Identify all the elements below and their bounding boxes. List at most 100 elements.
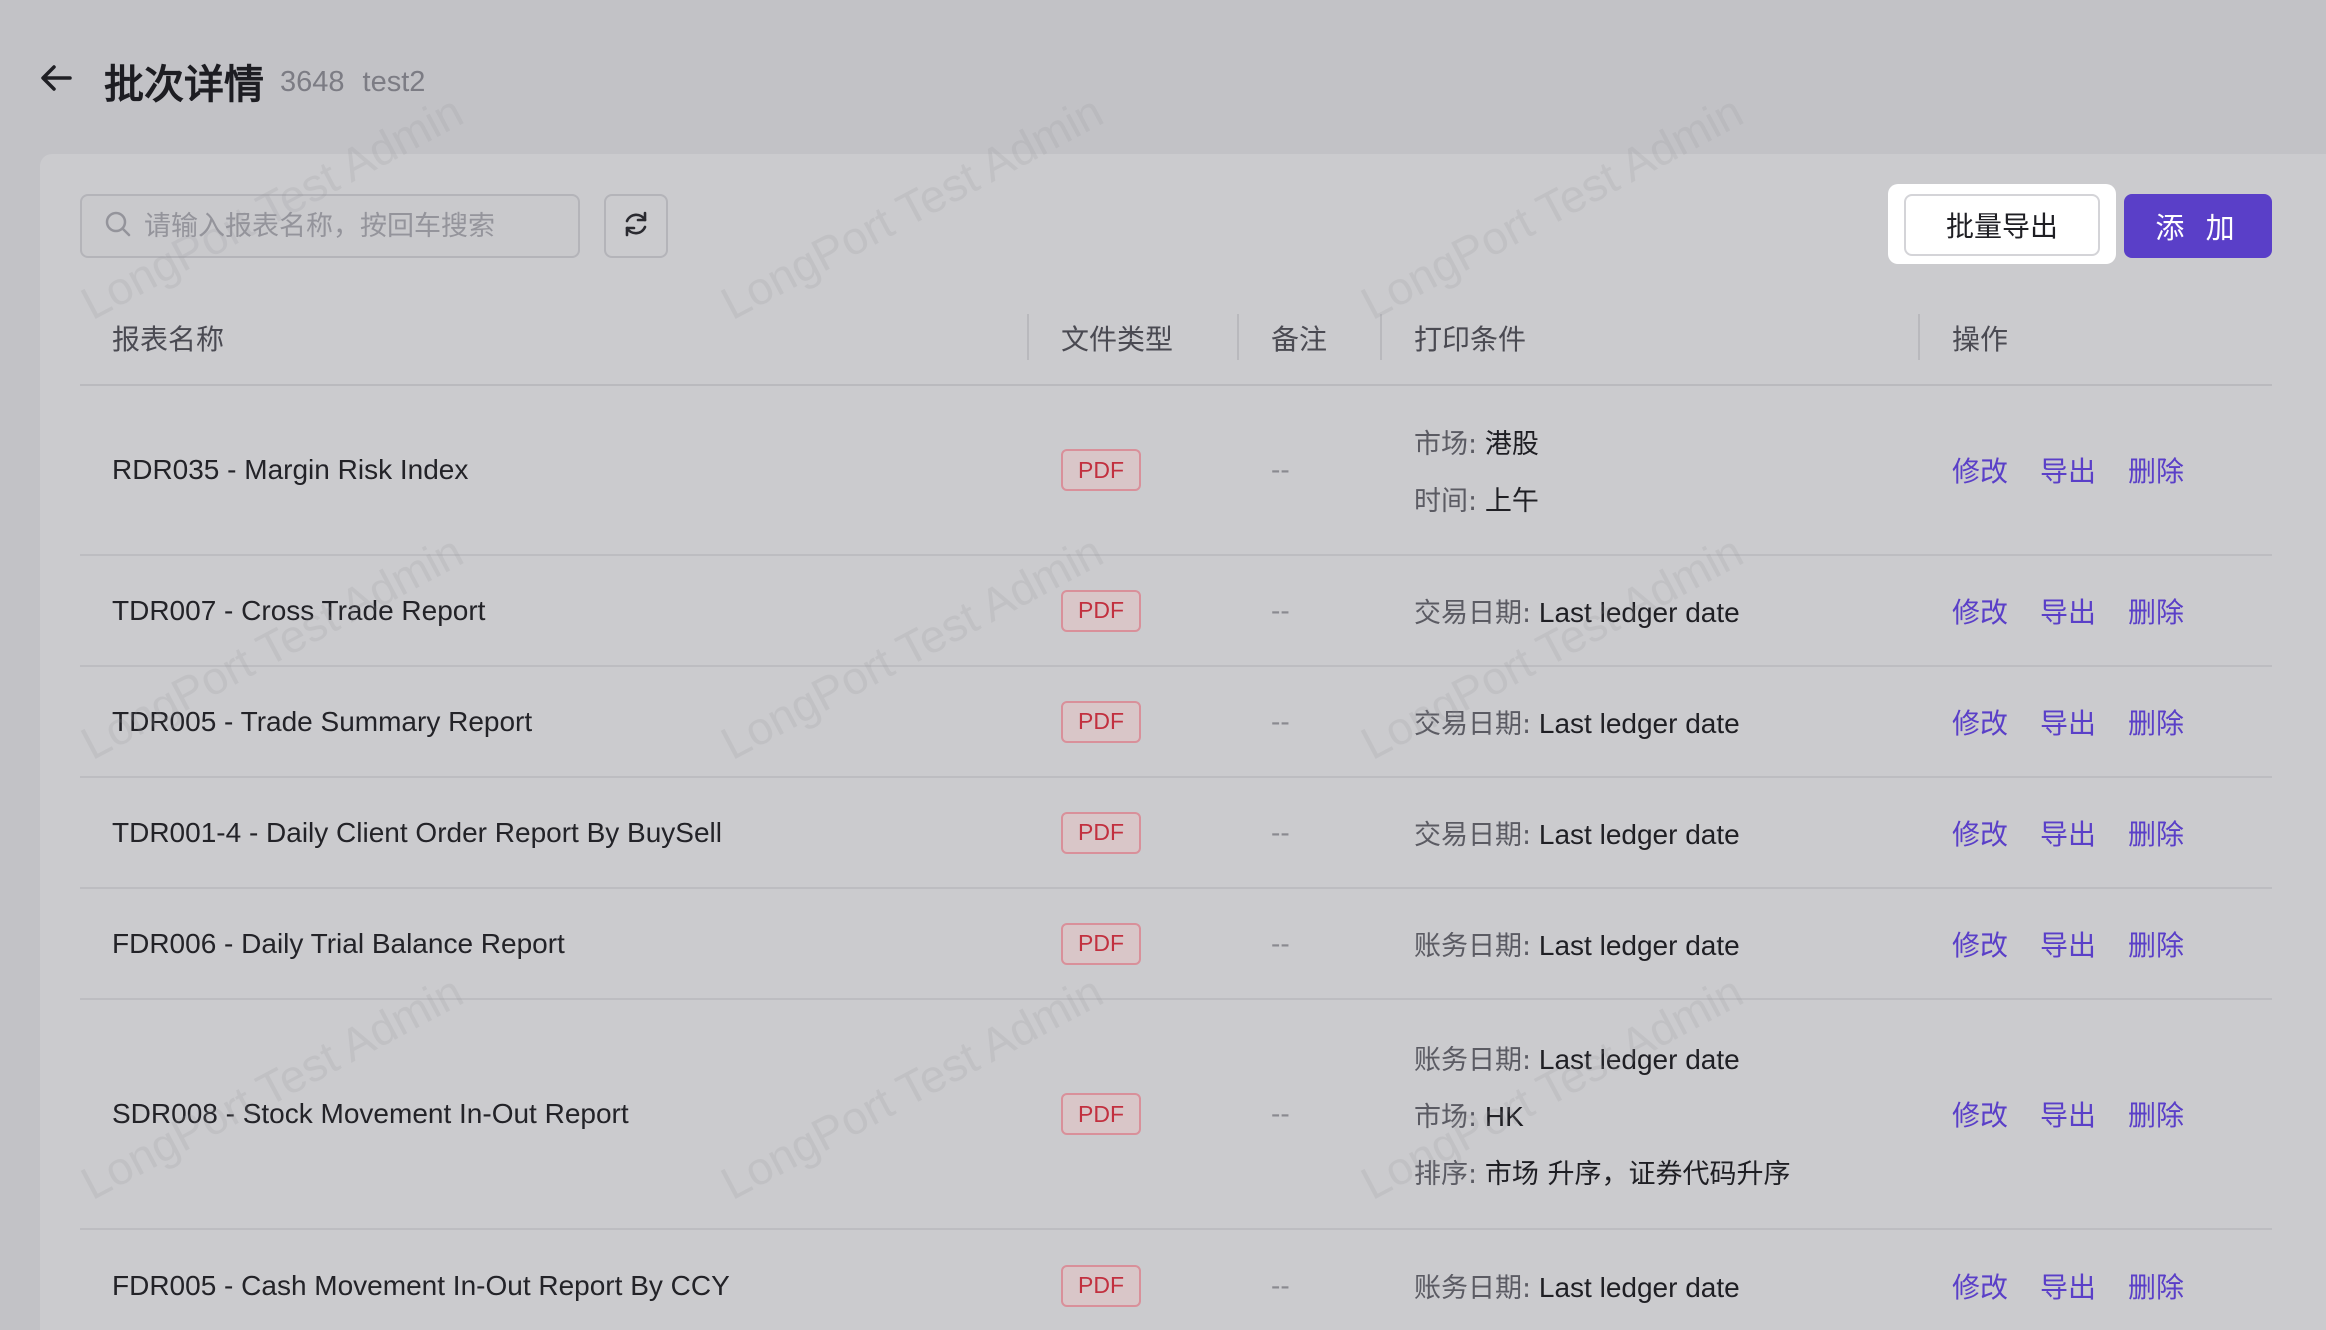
edit-link[interactable]: 修改 [1952,1094,2008,1134]
report-name: SDR008 - Stock Movement In-Out Report [112,1098,629,1129]
file-type-cell: PDF [1061,386,1141,554]
column-header-note: 备注 [1271,323,1328,356]
column-divider [1027,314,1029,360]
condition-line: 排序: 市场 升序，证券代码升序 [1414,1152,1790,1191]
search-icon [104,210,132,243]
condition-line: 交易日期: Last ledger date [1414,702,1740,741]
export-link[interactable]: 导出 [2040,591,2096,631]
table-row: FDR006 - Daily Trial Balance Report PDF … [80,889,2272,1000]
edit-link[interactable]: 修改 [1952,702,2008,742]
delete-link[interactable]: 删除 [2128,924,2184,964]
edit-link[interactable]: 修改 [1952,450,2008,490]
column-header-actions: 操作 [1952,323,2009,356]
export-link[interactable]: 导出 [2040,450,2096,490]
search-input[interactable] [144,210,564,242]
row-actions: 修改 导出 删除 [1952,778,2184,887]
row-actions: 修改 导出 删除 [1952,1000,2184,1228]
condition-value: 市场 升序，证券代码升序 [1484,1158,1791,1190]
delete-link[interactable]: 删除 [2128,591,2184,631]
batch-name: test2 [362,66,426,98]
note: -- [1271,1098,1290,1129]
delete-link[interactable]: 删除 [2128,813,2184,853]
condition-key: 市场: [1414,1101,1478,1133]
report-table: 报表名称 文件类型 备注 打印条件 操作 RDR035 - Margin Ris… [80,290,2272,1330]
print-conditions: 账务日期: Last ledger date [1414,1230,1740,1330]
column-header-conditions: 打印条件 [1414,323,1527,356]
report-name: TDR007 - Cross Trade Report [112,594,486,626]
refresh-icon [621,209,651,244]
condition-value: Last ledger date [1538,930,1740,961]
report-name: TDR001-4 - Daily Client Order Report By … [112,816,722,848]
search-box[interactable] [80,194,580,258]
row-actions: 修改 导出 删除 [1952,556,2184,665]
report-name: RDR035 - Margin Risk Index [112,454,469,485]
condition-key: 市场: [1414,429,1478,460]
edit-link[interactable]: 修改 [1952,813,2008,853]
table-row: TDR005 - Trade Summary Report PDF -- 交易日… [80,667,2272,778]
condition-value: Last ledger date [1538,597,1740,628]
row-actions: 修改 导出 删除 [1952,889,2184,998]
table-row: SDR008 - Stock Movement In-Out Report PD… [80,1000,2272,1230]
refresh-button[interactable] [604,194,668,258]
condition-value: HK [1484,1100,1524,1132]
file-type-cell: PDF [1061,1000,1141,1228]
pdf-badge: PDF [1061,449,1141,491]
report-name: FDR006 - Daily Trial Balance Report [112,927,565,959]
condition-value: Last ledger date [1538,819,1740,850]
condition-value: 上午 [1484,486,1539,517]
column-divider [1237,314,1239,360]
condition-key: 时间: [1414,486,1478,517]
edit-link[interactable]: 修改 [1952,591,2008,631]
export-link[interactable]: 导出 [2040,813,2096,853]
batch-export-button[interactable]: 批量导出 [1904,194,2100,256]
row-actions: 修改 导出 删除 [1952,386,2184,554]
pdf-badge: PDF [1061,1093,1141,1135]
condition-line: 交易日期: Last ledger date [1414,813,1740,852]
condition-value: Last ledger date [1538,708,1740,739]
table-row: TDR007 - Cross Trade Report PDF -- 交易日期:… [80,556,2272,667]
pdf-badge: PDF [1061,700,1141,743]
print-conditions: 交易日期: Last ledger date [1414,556,1740,665]
note: -- [1271,927,1290,959]
column-header-type: 文件类型 [1061,323,1174,356]
condition-key: 交易日期: [1414,820,1532,851]
file-type-cell: PDF [1061,778,1141,887]
note: -- [1271,1269,1290,1301]
condition-line: 时间: 上午 [1414,479,1539,518]
delete-link[interactable]: 删除 [2128,450,2184,490]
delete-link[interactable]: 删除 [2128,702,2184,742]
export-link[interactable]: 导出 [2040,924,2096,964]
condition-key: 交易日期: [1414,598,1532,629]
delete-link[interactable]: 删除 [2128,1266,2184,1306]
column-divider [1918,314,1920,360]
back-arrow-icon[interactable] [36,58,76,98]
report-name: FDR005 - Cash Movement In-Out Report By … [112,1269,730,1301]
batch-id: 3648 [280,66,345,98]
export-link[interactable]: 导出 [2040,1094,2096,1134]
pdf-badge: PDF [1061,811,1141,854]
table-header: 报表名称 文件类型 备注 打印条件 操作 [80,290,2272,386]
delete-link[interactable]: 删除 [2128,1094,2184,1134]
add-button[interactable]: 添 加 [2124,194,2272,258]
note: -- [1271,594,1290,626]
note: -- [1271,705,1290,737]
condition-value: 港股 [1484,429,1539,460]
edit-link[interactable]: 修改 [1952,1266,2008,1306]
edit-link[interactable]: 修改 [1952,924,2008,964]
condition-line: 市场: HK [1414,1095,1524,1134]
table-row: FDR005 - Cash Movement In-Out Report By … [80,1230,2272,1330]
batch-meta: 3648 test2 [280,66,425,99]
note: -- [1271,454,1290,485]
condition-line: 市场: 港股 [1414,422,1539,461]
print-conditions: 账务日期: Last ledger date 市场: HK 排序: 市场 升序，… [1414,1000,1790,1228]
export-link[interactable]: 导出 [2040,702,2096,742]
table-row: TDR001-4 - Daily Client Order Report By … [80,778,2272,889]
export-link[interactable]: 导出 [2040,1266,2096,1306]
print-conditions: 账务日期: Last ledger date [1414,889,1740,998]
pdf-badge: PDF [1061,589,1141,632]
row-actions: 修改 导出 删除 [1952,1230,2184,1330]
condition-line: 账务日期: Last ledger date [1414,1266,1740,1305]
condition-line: 账务日期: Last ledger date [1414,1038,1740,1077]
note: -- [1271,816,1290,848]
condition-value: Last ledger date [1538,1272,1740,1303]
